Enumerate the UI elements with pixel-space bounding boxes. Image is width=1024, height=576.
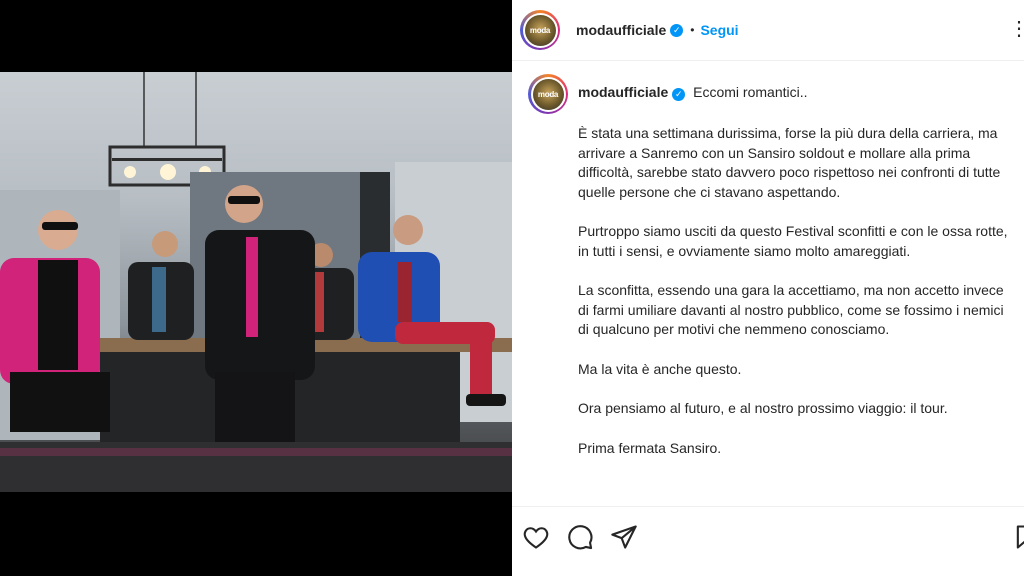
comment-icon[interactable]: [566, 523, 594, 551]
post-photo[interactable]: [0, 72, 512, 492]
caption-verified-badge-icon: ✓: [672, 88, 686, 101]
heart-icon[interactable]: [522, 523, 550, 551]
caption-header: modaufficiale ✓ Eccomi romantici..: [578, 84, 808, 101]
caption-paragraph: È stata una settimana durissima, forse l…: [578, 125, 1001, 200]
bookmark-icon[interactable]: [1012, 523, 1024, 551]
caption-paragraph: La sconfitta, essendo una gara la accett…: [578, 282, 1004, 337]
caption-paragraph: Ma la vita è anche questo.: [578, 360, 742, 377]
profile-avatar[interactable]: moda: [520, 10, 560, 50]
post-header: moda modaufficiale ✓ • Segui ⋮: [512, 0, 1024, 61]
follow-button[interactable]: Segui: [700, 22, 738, 38]
band-photo-illustration: [0, 72, 512, 492]
post-panel: moda modaufficiale ✓ • Segui ⋮ moda moda…: [512, 0, 1024, 576]
caption-username-link[interactable]: modaufficiale: [578, 84, 668, 100]
username-link[interactable]: modaufficiale: [576, 22, 666, 38]
separator-dot: •: [690, 23, 695, 37]
caption-area: moda modaufficiale ✓ Eccomi romantici.. È…: [512, 62, 1024, 506]
caption-avatar[interactable]: moda: [528, 74, 568, 114]
more-options-icon[interactable]: ⋮: [1009, 16, 1024, 41]
verified-badge-icon: ✓: [670, 23, 684, 37]
send-icon[interactable]: [610, 523, 638, 551]
caption-paragraph: Ora pensiamo al futuro, e al nostro pros…: [578, 400, 948, 416]
caption-title: Eccomi romantici..: [693, 84, 808, 100]
avatar-logo: moda: [524, 14, 556, 46]
caption-avatar-logo: moda: [532, 78, 564, 110]
media-pane: [0, 0, 512, 576]
caption-paragraph: Purtroppo siamo usciti da questo Festiva…: [578, 223, 1008, 259]
caption-paragraph: Prima fermata Sansiro.: [578, 439, 722, 456]
caption-body: È stata una settimana durissima, forse l…: [578, 124, 1018, 478]
action-bar: [512, 506, 1024, 576]
